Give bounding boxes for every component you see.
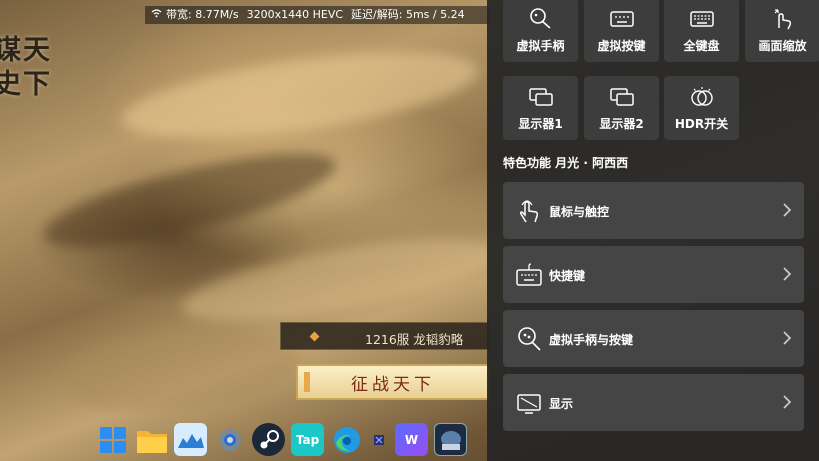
row-label: 鼠标与触控 (549, 205, 610, 219)
monitor-switch-icon (528, 88, 553, 106)
featured-section-title: 特色功能 月光 · 阿西西 (503, 156, 629, 170)
grid-button-label: 画面缩放 (758, 39, 807, 53)
game-title-line2: 史下 (0, 69, 52, 100)
shortcut-keys-row[interactable]: 快捷键 (503, 246, 804, 303)
latency-readout: 延迟/解码: 5ms / 5.24 (351, 8, 465, 21)
display-icon (517, 394, 541, 414)
pinch-zoom-icon (774, 9, 791, 30)
grid-button-label: 显示器2 (599, 117, 644, 131)
windows-taskbar: Tap W (92, 418, 492, 461)
gamepad-icon (529, 8, 551, 29)
stream-stats-overlay: 带宽: 8.77M/s 3200x1440 HEVC 延迟/解码: 5ms / … (145, 6, 490, 24)
resolution-readout: 3200x1440 HEVC (246, 8, 344, 21)
virtual-gamepad-button[interactable]: 虚拟手柄 (503, 0, 578, 62)
taptap-icon[interactable]: Tap (291, 423, 324, 456)
grid-button-label: 全键盘 (683, 39, 720, 53)
full-keyboard-button[interactable]: 全键盘 (664, 0, 739, 62)
start-game-button[interactable]: 征战天下 (296, 364, 490, 400)
shortcut-keyboard-icon (516, 263, 542, 286)
game-title-line1: 谋天 (0, 35, 52, 66)
hdr-icon (690, 87, 713, 106)
hdr-toggle-button[interactable]: HDR开关 (664, 76, 739, 140)
bandwidth-readout: 带宽: 8.77M/s (166, 8, 239, 21)
file-explorer-icon[interactable] (135, 423, 168, 456)
control-panel: 虚拟手柄 虚拟按键 全键盘 画面缩放 显示器1 显示器2 HDR开关 特色功能 … (487, 0, 819, 461)
wifi-icon (151, 6, 162, 24)
chevron-right-icon (783, 267, 792, 281)
motion-blur-streak (116, 35, 484, 155)
game-app-icon[interactable] (434, 423, 467, 456)
motion-blur-streak (56, 317, 304, 423)
row-label: 显示 (549, 397, 574, 411)
virtual-keys-button[interactable]: 虚拟按键 (584, 0, 659, 62)
row-label: 快捷键 (549, 269, 586, 283)
touch-hand-icon (519, 200, 539, 223)
windows-start-icon[interactable] (96, 423, 129, 456)
monitor-1-button[interactable]: 显示器1 (503, 76, 578, 140)
motion-blur-streak (177, 222, 503, 338)
display-row[interactable]: 显示 (503, 374, 804, 431)
gamepad-keys-icon (518, 327, 541, 351)
grid-button-label: 虚拟按键 (597, 39, 646, 53)
mouse-touch-row[interactable]: 鼠标与触控 (503, 182, 804, 239)
small-app-icon[interactable] (369, 423, 389, 456)
diamond-icon (309, 331, 320, 342)
steam-icon[interactable] (252, 423, 285, 456)
server-label: 1216服 龙韬豹略 (365, 332, 464, 347)
grid-button-label: 显示器1 (518, 117, 563, 131)
monitor-app-icon[interactable] (174, 423, 207, 456)
edge-icon[interactable] (330, 423, 363, 456)
keyboard-icon (609, 11, 634, 27)
full-keyboard-icon (689, 11, 714, 27)
chevron-right-icon (783, 395, 792, 409)
monitor-switch-icon (609, 88, 634, 106)
screen-zoom-button[interactable]: 画面缩放 (745, 0, 819, 62)
virtual-gamepad-keys-row[interactable]: 虚拟手柄与按键 (503, 310, 804, 367)
grid-button-label: 虚拟手柄 (516, 39, 565, 53)
chevron-right-icon (783, 331, 792, 345)
monitor-2-button[interactable]: 显示器2 (584, 76, 659, 140)
grid-button-label: HDR开关 (674, 117, 729, 131)
server-select-bar[interactable]: 1216服 龙韬豹略 (280, 322, 490, 350)
motion-blur-streak (37, 134, 343, 266)
settings-icon[interactable] (213, 423, 246, 456)
chevron-right-icon (783, 203, 792, 217)
game-title-logo: 谋天 史下 (0, 34, 74, 102)
row-label: 虚拟手柄与按键 (549, 333, 634, 347)
w-app-icon[interactable]: W (395, 423, 428, 456)
